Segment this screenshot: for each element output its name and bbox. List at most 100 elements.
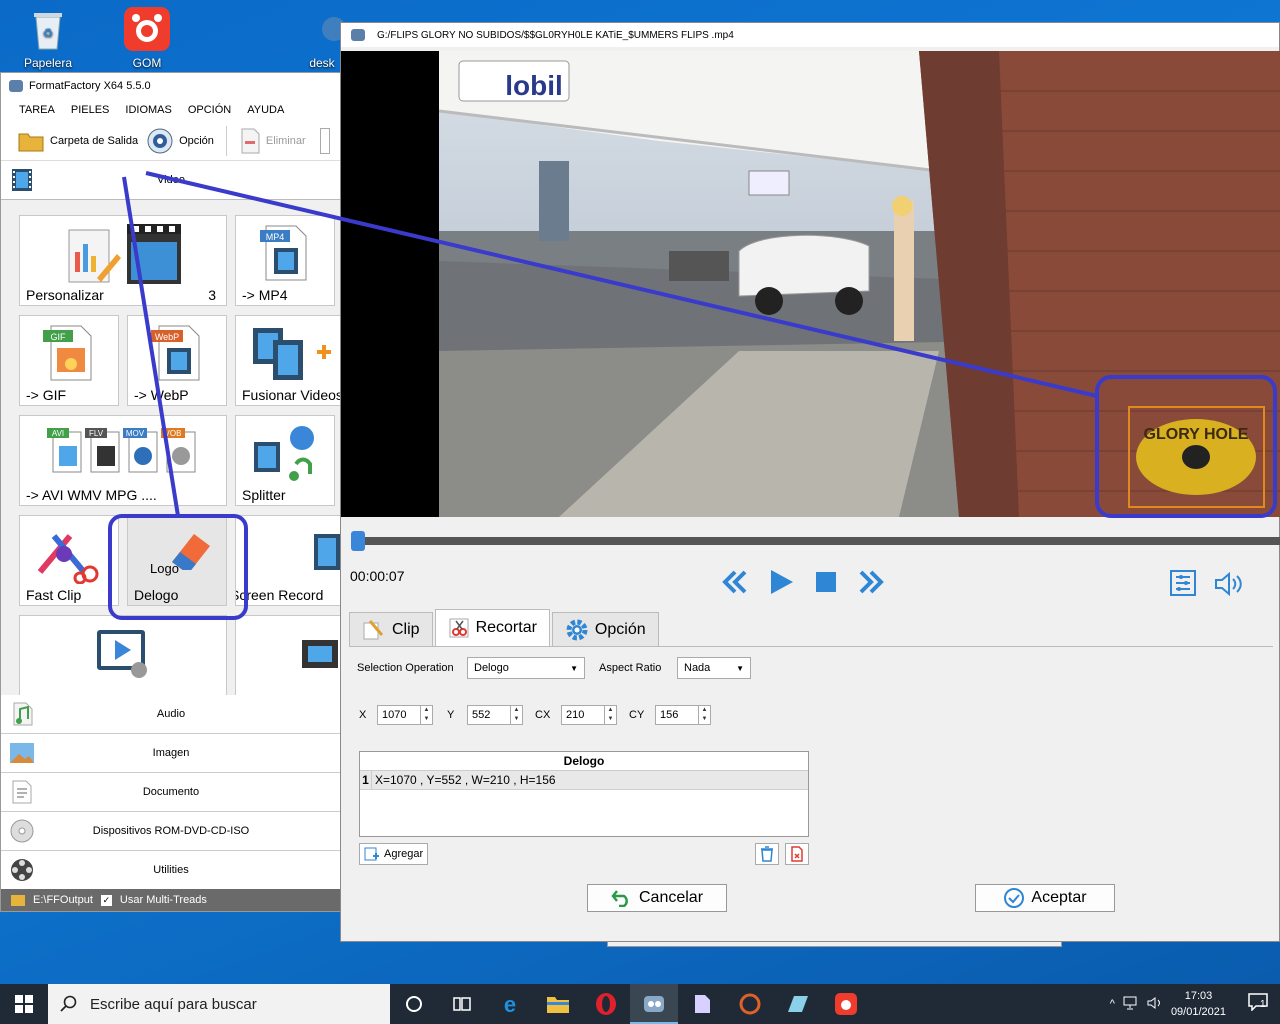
- tile-screen-record[interactable]: Screen Record: [235, 515, 341, 606]
- row-value: X=1070 , Y=552 , W=210 , H=156: [375, 773, 556, 787]
- fast-forward-icon[interactable]: [857, 570, 885, 597]
- desktop-icon-folder[interactable]: desk: [300, 6, 344, 70]
- aspect-ratio-label: Aspect Ratio: [599, 662, 662, 674]
- tile-gif[interactable]: GIF -> GIF: [19, 315, 119, 406]
- svg-text:♻: ♻: [43, 26, 54, 40]
- ff-toolbar: Carpeta de Salida Opción Eliminar: [1, 121, 341, 161]
- cx-value: 210: [566, 709, 585, 721]
- stepper-arrows-icon[interactable]: ▲ ▼: [420, 706, 432, 724]
- option-label: Opción: [179, 134, 214, 147]
- start-button[interactable]: [0, 984, 48, 1024]
- speaker-icon[interactable]: [1147, 996, 1163, 1013]
- taskbar-explorer[interactable]: [534, 984, 582, 1024]
- notification-button[interactable]: 1: [1248, 993, 1272, 1015]
- tile-splitter[interactable]: Splitter: [235, 415, 335, 506]
- tile-video-downloader[interactable]: [235, 615, 341, 695]
- delete-row-button[interactable]: [755, 843, 779, 865]
- tile-webp[interactable]: WebP -> WebP: [127, 315, 227, 406]
- y-field[interactable]: 552 ▲ ▼: [467, 705, 523, 725]
- scissors-icon: [449, 618, 469, 638]
- tile-label: Delogo: [134, 587, 179, 603]
- aspect-ratio-select[interactable]: Nada ▼: [677, 657, 751, 679]
- menu-ayuda[interactable]: AYUDA: [247, 104, 284, 116]
- chevron-up-icon[interactable]: ^: [1110, 998, 1115, 1010]
- category-video[interactable]: Video: [1, 161, 341, 200]
- tile-delogo[interactable]: Logo Delogo: [127, 515, 227, 606]
- edge-icon: e: [504, 992, 516, 1016]
- table-row[interactable]: 1 X=1070 , Y=552 , W=210 , H=156: [360, 771, 808, 790]
- webp-icon: WebP: [149, 324, 205, 387]
- taskbar-app-c[interactable]: [774, 984, 822, 1024]
- search-placeholder: Escribe aquí para buscar: [90, 995, 257, 1013]
- taskbar-opera[interactable]: [582, 984, 630, 1024]
- menu-idiomas[interactable]: IDIOMAS: [125, 104, 171, 116]
- music-note-icon: [9, 701, 35, 727]
- equalizer-icon[interactable]: [1169, 569, 1197, 600]
- menu-opcion[interactable]: OPCIÓN: [188, 104, 231, 116]
- tile-fast-clip[interactable]: Fast Clip: [19, 515, 119, 606]
- x-label: X: [359, 709, 367, 721]
- taskbar-formatfactory[interactable]: [630, 984, 678, 1024]
- taskbar-edge[interactable]: e: [486, 984, 534, 1024]
- video-preview[interactable]: lobil GLORY HOLE: [341, 51, 1280, 517]
- more-icon[interactable]: [319, 127, 330, 154]
- stepper-arrows-icon[interactable]: ▲ ▼: [698, 706, 710, 724]
- tile-personalizar[interactable]: Personalizar 3: [19, 215, 227, 306]
- category-audio[interactable]: Audio: [1, 695, 341, 734]
- taskbar-search[interactable]: Escribe aquí para buscar: [48, 984, 390, 1024]
- document-icon: [9, 779, 35, 805]
- tile-label: -> GIF: [26, 387, 67, 403]
- cortana-icon: [406, 996, 422, 1012]
- network-icon[interactable]: [1123, 996, 1139, 1013]
- document-app-icon: [695, 995, 710, 1013]
- tile-fusionar[interactable]: Fusionar Videos: [235, 315, 341, 406]
- seek-bar[interactable]: [351, 531, 1280, 551]
- tile-format-player[interactable]: [19, 615, 227, 695]
- selection-operation-select[interactable]: Delogo ▼: [467, 657, 585, 679]
- option-button[interactable]: Opción: [146, 127, 214, 155]
- rewind-icon[interactable]: [721, 570, 749, 597]
- category-dispositivos[interactable]: Dispositivos ROM-DVD-CD-ISO: [1, 812, 341, 851]
- cy-value: 156: [660, 709, 679, 721]
- stepper-arrows-icon[interactable]: ▲ ▼: [604, 706, 616, 724]
- download-icon: [300, 636, 340, 679]
- stop-icon[interactable]: [815, 571, 837, 596]
- tile-mp4[interactable]: MP4 -> MP4: [235, 215, 335, 306]
- menu-tarea[interactable]: TAREA: [19, 104, 55, 116]
- multithread-checkbox[interactable]: ✓: [100, 894, 112, 906]
- play-icon[interactable]: [769, 568, 795, 599]
- category-label: Video: [157, 174, 185, 186]
- stepper-arrows-icon[interactable]: ▲ ▼: [510, 706, 522, 724]
- seek-handle[interactable]: [351, 531, 365, 551]
- taskbar-app-b[interactable]: [726, 984, 774, 1024]
- category-documento[interactable]: Documento: [1, 773, 341, 812]
- tab-opcion[interactable]: Opción: [551, 612, 659, 646]
- cancel-button[interactable]: Cancelar: [587, 884, 727, 912]
- x-field[interactable]: 1070 ▲ ▼: [377, 705, 433, 725]
- task-view-button[interactable]: [390, 984, 438, 1024]
- accept-button[interactable]: Aceptar: [975, 884, 1115, 912]
- clear-all-button[interactable]: [785, 843, 809, 865]
- tab-recortar[interactable]: Recortar: [434, 609, 550, 646]
- volume-icon[interactable]: [1213, 571, 1243, 600]
- tile-label: -> MP4: [242, 287, 288, 303]
- delete-button[interactable]: Eliminar: [239, 127, 306, 155]
- folder-icon: [18, 133, 44, 151]
- category-utilities[interactable]: Utilities: [1, 851, 341, 890]
- task-view-button-2[interactable]: [438, 984, 486, 1024]
- cy-field[interactable]: 156 ▲ ▼: [655, 705, 711, 725]
- cx-field[interactable]: 210 ▲ ▼: [561, 705, 617, 725]
- output-path[interactable]: E:\FFOutput: [33, 894, 93, 906]
- taskbar-clock[interactable]: 17:03 09/01/2021: [1171, 988, 1226, 1020]
- menu-pieles[interactable]: PIELES: [71, 104, 110, 116]
- recycle-bin-icon: ♻: [24, 6, 72, 52]
- taskbar-app-a[interactable]: [678, 984, 726, 1024]
- tile-avi-wmv-mpg[interactable]: AVI FLV MOV VOB -> AVI WMV MPG ....: [19, 415, 227, 506]
- selection-row: Selection Operation Delogo ▼ Aspect Ratio…: [357, 657, 751, 679]
- category-imagen[interactable]: Imagen: [1, 734, 341, 773]
- gif-icon: GIF: [41, 324, 97, 387]
- taskbar-gom[interactable]: [822, 984, 870, 1024]
- output-folder-button[interactable]: Carpeta de Salida: [17, 129, 138, 153]
- tab-clip[interactable]: Clip: [349, 612, 433, 646]
- add-button[interactable]: Agregar: [359, 843, 429, 865]
